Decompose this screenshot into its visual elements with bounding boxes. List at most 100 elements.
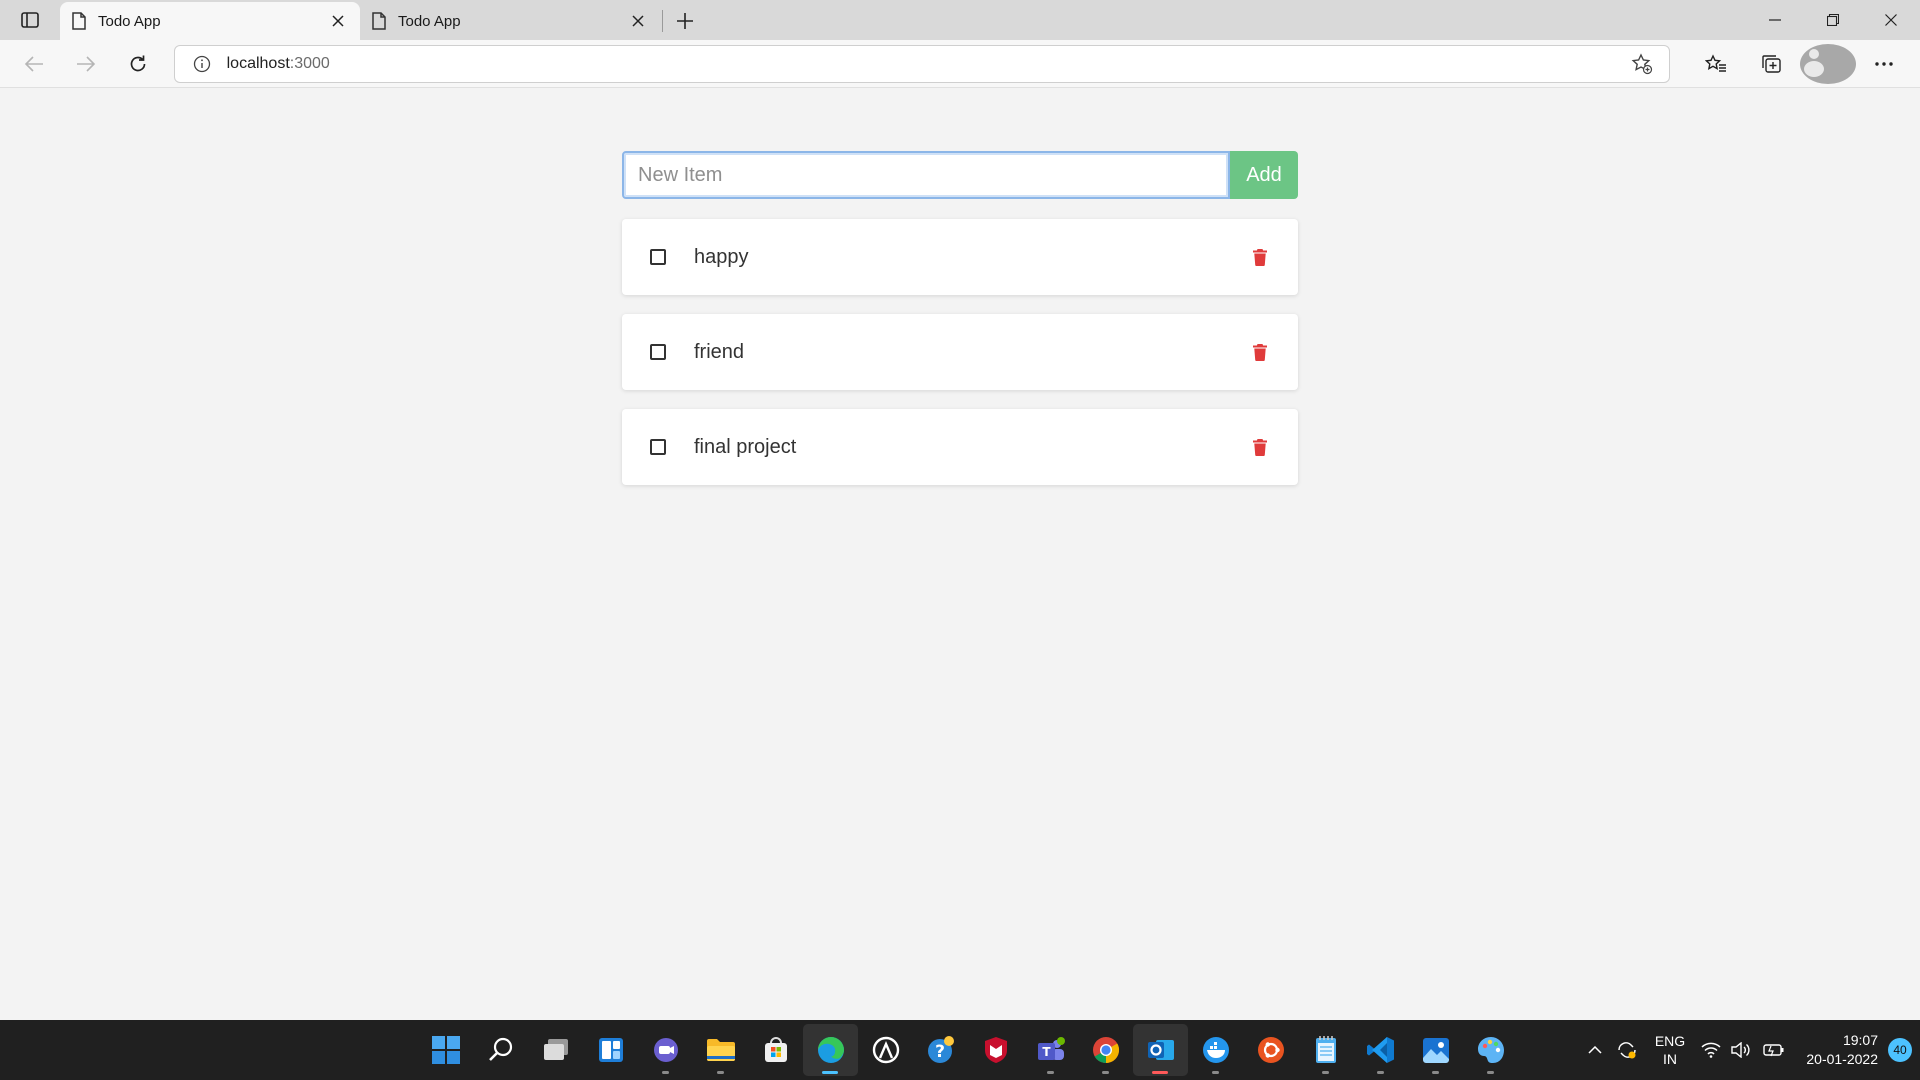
minimize-button[interactable] <box>1746 0 1804 40</box>
delete-button[interactable] <box>1250 436 1270 458</box>
page-icon <box>372 12 386 30</box>
sync-icon <box>1618 1042 1636 1059</box>
mcafee-button[interactable] <box>968 1024 1023 1076</box>
new-item-input[interactable] <box>622 151 1230 199</box>
back-button[interactable] <box>8 44 60 84</box>
tab-actions-button[interactable] <box>0 0 60 40</box>
wifi-icon <box>1701 1042 1721 1058</box>
clock-time: 19:07 <box>1842 1032 1878 1048</box>
restore-button[interactable] <box>1804 0 1862 40</box>
avatar <box>1800 43 1857 84</box>
close-icon <box>332 15 344 27</box>
minimize-icon <box>1769 19 1781 21</box>
app-button[interactable] <box>858 1024 913 1076</box>
chrome-button[interactable] <box>1078 1024 1133 1076</box>
tab-todo-app[interactable]: Todo App <box>360 2 660 40</box>
restore-icon <box>1827 14 1839 26</box>
todo-list: happy friend final project <box>622 219 1298 504</box>
todo-checkbox[interactable] <box>650 249 666 265</box>
todo-item: final project <box>622 409 1298 485</box>
address-bar[interactable]: localhost:3000 <box>173 44 1671 83</box>
running-indicator <box>822 1071 838 1074</box>
delete-button[interactable] <box>1250 246 1270 268</box>
notification-badge[interactable]: 40 <box>1888 1038 1912 1062</box>
paint-button[interactable] <box>1463 1024 1518 1076</box>
svg-text:T: T <box>1042 1045 1051 1059</box>
toolbar-actions <box>1688 43 1912 84</box>
task-view-button[interactable] <box>528 1024 583 1076</box>
close-tab-button[interactable] <box>628 11 648 31</box>
language-line1: ENG <box>1654 1033 1686 1049</box>
store-button[interactable] <box>748 1024 803 1076</box>
running-indicator <box>1152 1071 1168 1074</box>
ubuntu-button[interactable] <box>1243 1024 1298 1076</box>
todo-checkbox[interactable] <box>650 439 666 455</box>
tab-actions-icon <box>21 12 39 28</box>
widgets-button[interactable] <box>583 1024 638 1076</box>
todo-checkbox[interactable] <box>650 344 666 360</box>
language-line2: IN <box>1663 1051 1677 1067</box>
file-explorer-button[interactable] <box>693 1024 748 1076</box>
vscode-icon <box>1366 1037 1394 1063</box>
close-tab-button[interactable] <box>328 11 348 31</box>
volume-button[interactable] <box>1726 1042 1756 1058</box>
language-indicator[interactable]: ENG IN <box>1644 1032 1696 1068</box>
teams-icon: T <box>1037 1037 1065 1060</box>
chat-icon <box>653 1038 678 1062</box>
profile-button[interactable] <box>1800 43 1857 84</box>
info-icon[interactable] <box>193 55 211 73</box>
chat-button[interactable] <box>638 1024 693 1076</box>
notepad-icon <box>1315 1036 1336 1063</box>
add-button[interactable]: Add <box>1230 151 1298 199</box>
running-indicator <box>717 1071 724 1074</box>
close-icon <box>1885 14 1897 26</box>
edge-icon <box>817 1037 844 1063</box>
battery-icon <box>1763 1044 1784 1057</box>
chrome-icon <box>1092 1037 1119 1064</box>
close-window-button[interactable] <box>1862 0 1920 40</box>
clock[interactable]: 19:07 20-01-2022 <box>1792 1031 1884 1069</box>
edge-button[interactable] <box>803 1024 858 1076</box>
wifi-button[interactable] <box>1696 1042 1726 1058</box>
todo-text: friend <box>694 340 745 363</box>
tab-todo-app-active[interactable]: Todo App <box>60 2 360 40</box>
search-icon <box>488 1037 512 1061</box>
teams-button[interactable]: T <box>1023 1024 1078 1076</box>
url-text[interactable]: localhost:3000 <box>227 55 1631 73</box>
vscode-button[interactable] <box>1353 1024 1408 1076</box>
page-viewport: Add happy friend final project <box>0 89 1920 1020</box>
svg-text:?: ? <box>935 1042 945 1062</box>
running-indicator <box>1047 1071 1054 1074</box>
settings-more-button[interactable] <box>1856 44 1912 84</box>
battery-button[interactable] <box>1756 1043 1792 1057</box>
todo-item: friend <box>622 314 1298 390</box>
trash-icon <box>1253 439 1267 456</box>
volume-icon <box>1731 1042 1750 1058</box>
collections-button[interactable] <box>1744 44 1800 84</box>
store-icon <box>764 1037 787 1062</box>
sync-status-button[interactable] <box>1610 1040 1644 1060</box>
todo-item: happy <box>622 219 1298 295</box>
help-button[interactable]: ? <box>913 1024 968 1076</box>
delete-button[interactable] <box>1250 341 1270 363</box>
taskbar-search[interactable] <box>473 1024 528 1076</box>
running-indicator <box>1322 1071 1329 1074</box>
add-favorite-icon[interactable] <box>1631 52 1653 75</box>
tab-title: Todo App <box>98 12 161 30</box>
tab-separator <box>662 10 663 32</box>
docker-button[interactable] <box>1188 1024 1243 1076</box>
notepad-button[interactable] <box>1298 1024 1353 1076</box>
new-tab-button[interactable] <box>665 2 705 40</box>
favorites-button[interactable] <box>1688 44 1744 84</box>
outlook-button[interactable] <box>1133 1024 1188 1076</box>
photos-button[interactable] <box>1408 1024 1463 1076</box>
tab-title: Todo App <box>398 12 461 30</box>
start-button[interactable] <box>418 1024 473 1076</box>
forward-button[interactable] <box>60 44 112 84</box>
widgets-icon <box>598 1038 623 1062</box>
window-controls <box>1746 0 1920 40</box>
show-hidden-icons-button[interactable] <box>1580 1046 1610 1054</box>
collections-icon <box>1762 54 1781 73</box>
clock-date: 20-01-2022 <box>1806 1051 1878 1067</box>
refresh-button[interactable] <box>112 44 164 84</box>
